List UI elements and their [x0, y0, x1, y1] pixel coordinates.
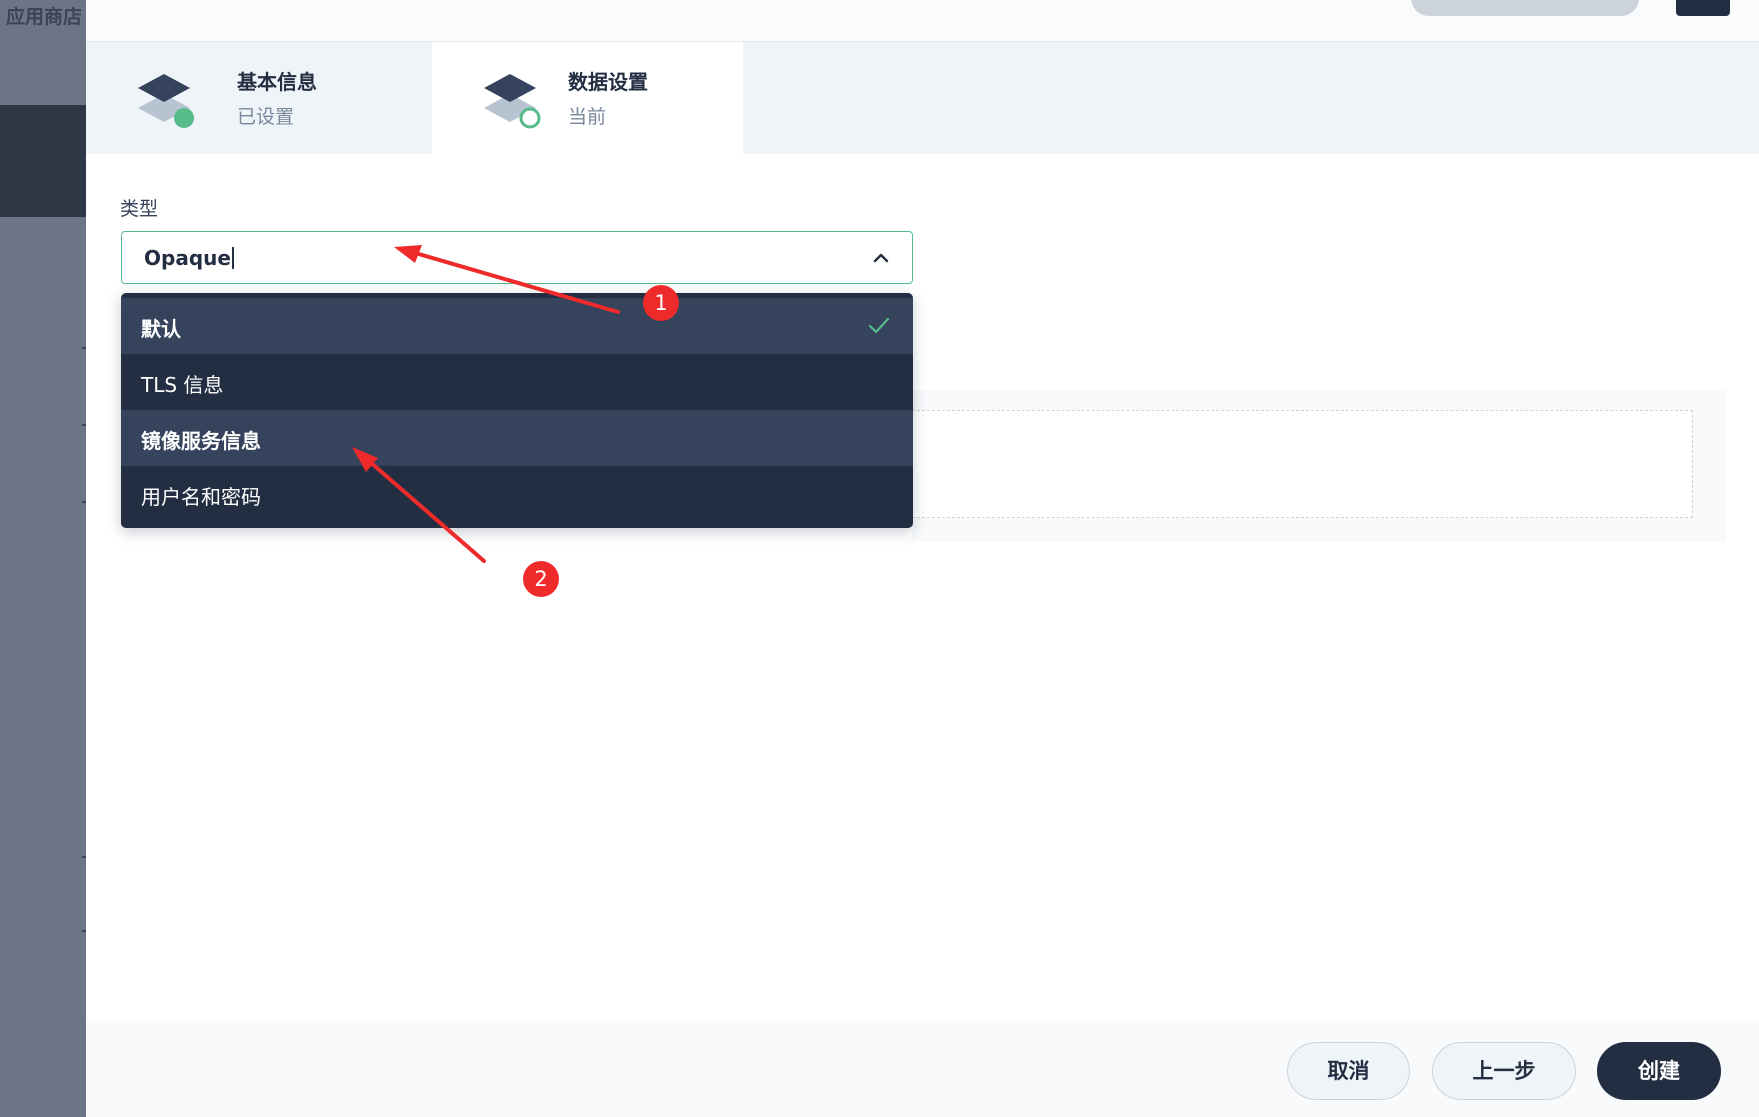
- annotation-badge-2: 2: [523, 561, 559, 597]
- step-title: 数据设置: [568, 70, 648, 94]
- background-app-title: 应用商店: [6, 6, 83, 28]
- previous-step-button[interactable]: 上一步: [1432, 1042, 1576, 1100]
- layers-icon: [484, 74, 541, 129]
- background-sidebar: 应用商店: [0, 0, 90, 1117]
- chevron-up-icon[interactable]: [870, 247, 892, 269]
- option-label: 默认: [141, 317, 181, 341]
- header-dark-button[interactable]: [1676, 0, 1730, 16]
- option-label: 镜像服务信息: [141, 429, 261, 453]
- option-label: 用户名和密码: [141, 485, 261, 509]
- data-panel: [912, 390, 1726, 542]
- type-select-value-text: Opaque: [144, 246, 231, 270]
- header-pill-button[interactable]: [1411, 0, 1639, 16]
- option-default[interactable]: 默认: [121, 298, 913, 354]
- type-select[interactable]: Opaque: [121, 231, 913, 284]
- create-secret-modal: 基本信息 已设置 数据设置 当前 类型 Opaque 默认 TLS 信息 镜像服…: [86, 0, 1759, 1117]
- step-subtitle: 当前: [568, 106, 607, 128]
- option-username-password[interactable]: 用户名和密码: [121, 466, 913, 522]
- step-title: 基本信息: [237, 70, 317, 94]
- cancel-button[interactable]: 取消: [1287, 1042, 1410, 1100]
- layers-icon: [138, 74, 194, 128]
- type-dropdown-menu: 默认 TLS 信息 镜像服务信息 用户名和密码: [121, 293, 913, 528]
- type-select-value[interactable]: Opaque: [144, 246, 234, 270]
- option-label: TLS 信息: [141, 373, 224, 397]
- create-button[interactable]: 创建: [1597, 1042, 1721, 1100]
- type-label: 类型: [120, 198, 159, 220]
- step-subtitle: 已设置: [237, 106, 295, 128]
- option-image-registry[interactable]: 镜像服务信息: [121, 410, 913, 466]
- status-done-dot-icon: [174, 108, 194, 128]
- check-icon: [868, 317, 890, 334]
- background-active-nav: [0, 105, 86, 217]
- option-tls[interactable]: TLS 信息: [121, 354, 913, 410]
- annotation-badge-1: 1: [643, 285, 679, 321]
- step-basic-info[interactable]: 基本信息 已设置: [86, 42, 432, 154]
- step-data-settings[interactable]: 数据设置 当前: [432, 42, 743, 154]
- status-current-ring-icon: [519, 107, 541, 129]
- data-input-area[interactable]: [912, 410, 1693, 518]
- modal-header: [86, 0, 1759, 42]
- text-caret: [231, 247, 234, 269]
